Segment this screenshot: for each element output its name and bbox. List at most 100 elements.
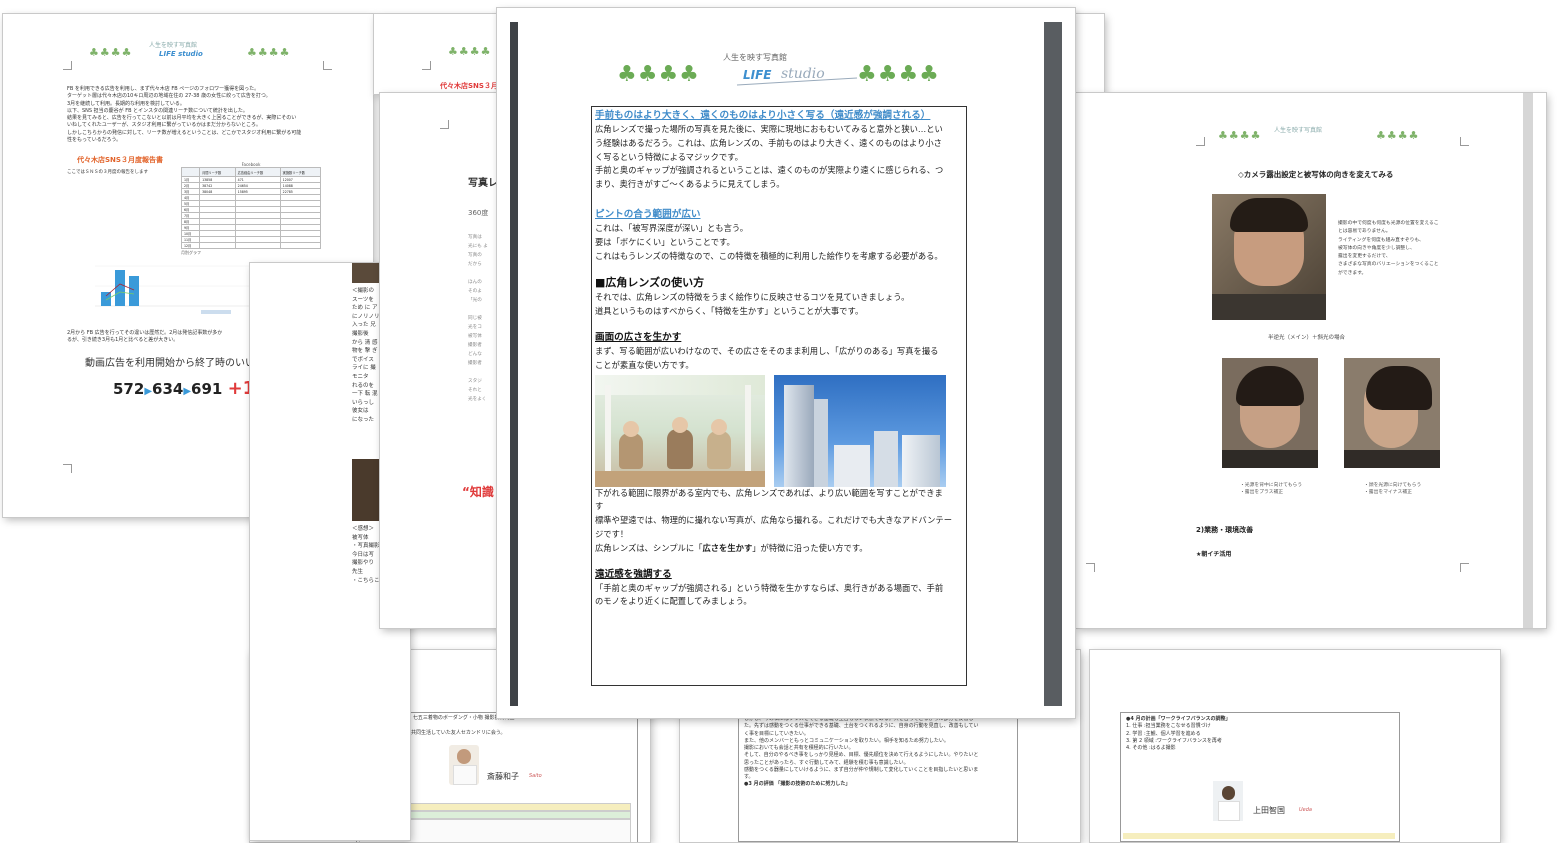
bottom3-line-2: 1. 仕事 :担当業務をこなせる習慣づけ: [1126, 723, 1211, 730]
logo-3: ♣♣♣♣ 人生を映す写真館 ♣♣♣♣: [1218, 127, 1420, 142]
profile-name-1: 斎藤和子: [487, 772, 519, 781]
para-1-line-1: 広角レンズで撮った場所の写真を見た後に、実際に現地におもむいてみると意外と狭い……: [595, 124, 943, 134]
bottom2-line-10: ●3 月の評価 「撮影の技術のために努力した」: [744, 781, 851, 788]
interview-photo-1: [352, 263, 380, 283]
side-text-1: 撮影の中で何度も何度も光源の位置を変えるこ: [1338, 221, 1439, 226]
report-title: 代々木店SNS３月度報告書: [77, 156, 163, 164]
side-text-2: とは容易でありません。: [1338, 229, 1391, 235]
interview-photo-2: [352, 459, 380, 521]
profile-photo-3: [1213, 781, 1243, 821]
item-1: ★朝イチ活用: [1196, 551, 1232, 558]
city-buildings-photo: [774, 374, 947, 487]
logo-sub: 人生を映す写真館: [149, 42, 198, 49]
caption-left-1: ・光源を背中に向けてもらう: [1240, 483, 1303, 488]
exposure-page[interactable]: ♣♣♣♣ 人生を映す写真館 ♣♣♣♣ ◇カメラ露出設定と被写体の向きを変えてみる…: [1076, 93, 1546, 628]
table-cell: [279, 242, 322, 249]
body-line-7: しかしこちらからの発信に対して、リーチ数が増えるということは、どこかでスタジオ利…: [67, 129, 302, 136]
bottom-page-3[interactable]: ●4 月の計画「ワークライフバランスの調整」 1. 仕事 :担当業務をこなせる習…: [1090, 650, 1500, 842]
sns-header: 代々木店SNS３月: [440, 82, 498, 90]
heading-3: ■広角レンズの使い方: [595, 276, 705, 290]
para-3-line-1: それでは、広角レンズの特徴をうまく絵作りに反映させるコツを見ていきましょう。: [595, 292, 910, 303]
para-1-line-5: まり、奥行きがすご～くあるように見えてしまう。: [595, 179, 785, 190]
para-3-line-2: 道具というものはすべからく、「特徴を生かす」ということが大事です。: [595, 306, 864, 317]
knowledge-quote: “知識: [462, 485, 494, 499]
para-2-line-1: これは、「被写界深度が深い」とも言う。: [595, 222, 748, 233]
bottom2-line-2: た。先ずは感動をつくる仕事ができる基礎、土台をつくれるように、自身の行動を見直し…: [744, 723, 979, 730]
num-1: 572: [113, 380, 145, 398]
side-text-5: 露出を変更するだけで、: [1338, 254, 1391, 260]
table-header-cell: 広告経由リーチ数: [234, 167, 281, 177]
logo: ♣♣♣♣ 人生を映す写真館 LIFE studio ♣♣♣♣: [89, 42, 291, 59]
para-6-line-1: 「手前と奥のギャップが強調される」という特徴を生かすならば、奥行きがある場面で、…: [595, 582, 944, 593]
bottom2-line-7: 思ったことがあったら、すぐ行動してみて、経験を積む事も意識したい。: [744, 759, 909, 766]
para-5-bold: 広さを生かす: [702, 542, 753, 553]
left-margin-bar: [510, 22, 518, 706]
bottom3-line-4: 3. 第 2 領域 :ワークライフバランスを再考: [1126, 737, 1222, 744]
content-frame: 手前ものはより大きく、遠くのものはより小さく写る（遠近感が強調される） 広角レン…: [591, 106, 967, 686]
report-note: ここではＳＮＳの３月度の報告をします: [67, 170, 148, 175]
para-4-line-1: まず、写る範囲が広いわけなので、その広さをそのまま利用し、「広がりのある」写真を…: [595, 345, 939, 356]
table-cell: [199, 242, 236, 249]
bottom3-line-5: 4. その他 :はるよ撮影: [1126, 745, 1176, 751]
para-1-line-4: 手前と奥のギャップが強調されるということは、遠くのものが実際より遠くに感じられる…: [595, 165, 944, 176]
photo-row: [595, 374, 963, 487]
profile-sig-1: Saito: [529, 773, 542, 779]
logo-life: LIFE studio: [159, 50, 203, 58]
right-margin-bar: [1044, 22, 1062, 706]
heading-2[interactable]: ピントの合う範囲が広い: [595, 208, 963, 222]
para-1-line-2: う経験はあるだろう。これは、広角レンズの、手前ものはより大きく、遠くのものはより…: [595, 137, 942, 148]
body-line-4: 以下、SNS 担当の慶谷が FB とインスタの関連リーチ数について統計を出した。: [67, 107, 248, 114]
para-5-post: 」が特徴に沿った使い方です。: [752, 542, 868, 553]
num-3: 691: [191, 380, 223, 398]
video-ad-line: 動画広告を利用開始から終了時のいいね: [85, 358, 265, 369]
logo-sub-3: 人生を映す写真館: [1274, 127, 1323, 134]
body-line-3: 3月を継続して利用。長期的な利用を検討している。: [67, 100, 185, 107]
bottom2-line-8: 感動をつくる器量にしていけるように、まず自分が仲や規制して変化していくことを目指…: [744, 766, 979, 773]
para-1-line-3: く写るという特徴によるマジックです。: [595, 151, 743, 162]
wide-angle-page[interactable]: ♣♣♣♣ 人生を映す写真館 LIFE studio ♣♣♣♣ 手前ものはより大き…: [497, 8, 1075, 718]
lens-360: 360度: [468, 209, 489, 217]
table-header-cell: [180, 167, 201, 177]
table-cell: [234, 242, 281, 249]
table-header-cell: 月間リーチ数: [199, 167, 236, 177]
table-cell: 12月: [180, 242, 201, 249]
portrait-left: [1222, 358, 1318, 468]
body-line-6: いねしてくれたユーザーが、スタジオ利用に繋がっているかはまだ分からないところ。: [67, 122, 262, 129]
para-5-line-1: 下がれる範囲に限界がある室内でも、広角レンズであれば、より広い範囲を写すことがで…: [595, 487, 943, 498]
para-5-line-5: 広角レンズは、シンプルに「広さを生かす」が特徴に沿った使い方です。: [595, 542, 963, 556]
section-2: 2)業務・環境改善: [1196, 526, 1254, 534]
side-text-4: 被写体の向きや角度を少し調整し、: [1338, 245, 1415, 251]
para-2-line-3: これはもうレンズの特徴なので、この特徴を積極的に利用した絵作りを考慮する必要があ…: [595, 250, 943, 261]
para-5-line-4: ジです！: [595, 528, 629, 539]
side-text-3: ライティングを何度も組み直すぞりも、: [1338, 237, 1424, 243]
profile-sig-3: Ueda: [1299, 807, 1312, 813]
para-5-pre: 広角レンズは、シンプルに「: [595, 542, 703, 553]
bottom2-line-6: そして、自分のやるべき事をしっかり見極め、目標、優先順位を決めて行えるようにした…: [744, 752, 979, 759]
heading-1[interactable]: 手前ものはより大きく、遠くのものはより小さく写る（遠近感が強調される）: [595, 109, 963, 123]
para-4-line-2: ことが素直な使い方です。: [595, 359, 694, 370]
heading-4: 画面の広さを生かす: [595, 331, 682, 343]
big-numbers: 572▶634▶691 +1: [113, 378, 256, 399]
profile-photo-1: [449, 745, 479, 785]
bottom2-line-3: く事を目標にしていきたい。: [744, 730, 809, 737]
heading-5: 遠近感を強調する: [595, 568, 672, 580]
kids-garden-photo: [595, 374, 765, 487]
num-2: 634: [152, 380, 184, 398]
para-5-line-3: 標準や望遠では、物理的に撮れない写真が、広角なら撮れる。これだけでも大きなアドバ…: [595, 515, 953, 526]
caption-right-1: ・顔を光源に向けてもらう: [1364, 483, 1422, 488]
report-table: Facebook 月間リーチ数 広告経由リーチ数 実施数リーチ数 1月 13858 471…: [180, 162, 322, 249]
bottom3-line-3: 2. 学習 :主観、個人学習を進める: [1126, 730, 1201, 737]
bottom2-line-4: また、他のメンバーともっとコミュニケーションを取りたい。相手を知るため努力したい…: [744, 737, 949, 744]
caption-left-2: ・露出をプラス補正: [1240, 489, 1284, 495]
para-6-line-2: のモノをより近くに配置してみましょう。: [595, 596, 752, 607]
exposure-title: ◇カメラ露出設定と被写体の向きを変えてみる: [1238, 170, 1394, 179]
portrait-main: [1212, 194, 1326, 320]
para-2-line-2: 要は「ボケにくい」ということです。: [595, 236, 735, 247]
profile-name-3: 上田智国: [1253, 806, 1285, 815]
side-text-6: さまざまな写真のバリエーションをつくること: [1338, 262, 1439, 268]
body-line-8: 性をもっているだろう。: [67, 136, 122, 143]
studio-logo: ♣♣♣♣ 人生を映す写真館 LIFE studio ♣♣♣♣: [617, 53, 940, 87]
conclusion-line-2: るが、引き続き3月も1月と比べると差が大きい。: [67, 337, 179, 344]
caption-main: 半逆光（メイン）＋斜光の場合: [1268, 335, 1346, 341]
table-row: 12月: [180, 242, 322, 249]
